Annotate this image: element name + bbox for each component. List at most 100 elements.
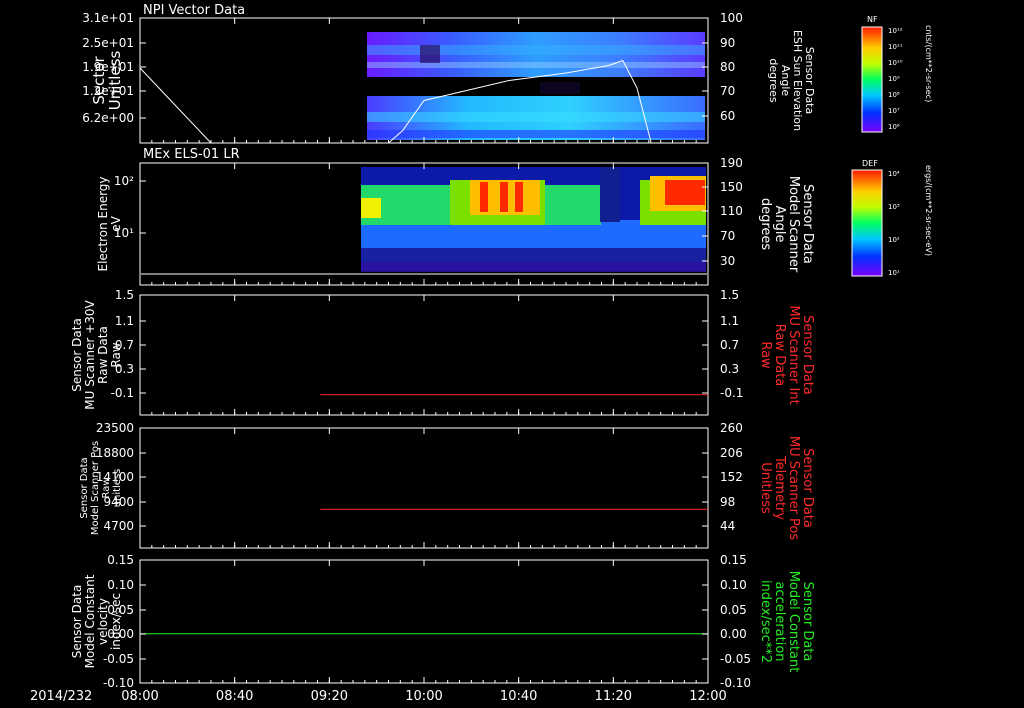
y2-axis-label: acceleration (772, 581, 787, 661)
date-label: 2014/232 (30, 689, 92, 704)
y-axis-label: Raw (109, 342, 123, 367)
y2-tick-label: 206 (720, 446, 743, 460)
y2-tick-label: 60 (720, 109, 735, 123)
plot-canvas: NPI Vector Data MEx ELS-01 LR 2014/232 0… (30, 3, 933, 704)
y-axis-label: Model Scanner Pos (90, 441, 101, 535)
colorbar-nf-units: cnts/(cm**2-sr-sec) (924, 25, 933, 102)
colorbar-def-label: DEF (862, 159, 878, 168)
panel-4-frame (139, 427, 709, 549)
y2-tick-label: 90 (720, 36, 735, 50)
y2-tick-label: 0.00 (720, 627, 747, 641)
y2-axis-label: Sensor Data (800, 315, 815, 395)
y-axis-label: unitless (112, 469, 123, 508)
time-tick-label: 11:20 (595, 689, 632, 704)
y-axis-label: Sensor Data (79, 457, 90, 518)
y2-tick-label: 100 (720, 11, 743, 25)
y-tick-label: 4700 (103, 519, 134, 533)
y2-tick-label: 1.1 (720, 314, 739, 328)
y2-tick-label: 70 (720, 229, 735, 243)
y-tick-label: 6.2e+00 (82, 111, 134, 125)
y-axis-label: Raw Data (96, 326, 110, 384)
colorbar-def-tick: 10¹ (888, 269, 900, 277)
time-tick-label: 08:00 (121, 689, 158, 704)
y2-axis-label: MU Scanner Pos (786, 436, 801, 541)
y2-tick-label: -0.05 (720, 652, 751, 666)
y2-tick-label: 0.7 (720, 338, 739, 352)
y2-axis-label: Model Constant (786, 571, 801, 673)
y2-axis-label: Sensor Data (800, 184, 815, 264)
y2-axis-label: Telemetry (772, 455, 787, 520)
y-tick-label: 18800 (96, 446, 134, 460)
y-axis-label: Sensor Data (70, 318, 84, 392)
colorbar-nf-tick: 10⁷ (888, 107, 900, 115)
colorbar-nf-tick: 10⁶ (888, 123, 900, 131)
colorbar-def-tick: 10² (888, 236, 900, 244)
y-axis-label: index/sec (109, 593, 123, 650)
y2-axis-label: degrees (758, 198, 773, 251)
y-tick-label: 10² (114, 174, 134, 188)
y2-tick-label: 190 (720, 156, 743, 170)
y-axis-label: eV (109, 215, 123, 231)
y-tick-label: 3.1e+01 (82, 11, 134, 25)
y2-tick-label: -0.10 (720, 676, 751, 690)
y2-axis-label: Model Scanner (786, 176, 801, 273)
y2-tick-label: -0.1 (720, 386, 743, 400)
y-tick-label: 2.5e+01 (82, 36, 134, 50)
y2-tick-label: 0.15 (720, 553, 747, 567)
y-axis-label: Raw (101, 477, 112, 498)
y-axis-label: Unitless (106, 51, 124, 111)
panel-5-frame (139, 559, 709, 684)
y-tick-label: 0.15 (107, 553, 134, 567)
y2-tick-label: 110 (720, 204, 743, 218)
y2-tick-label: 98 (720, 495, 735, 509)
y2-tick-label: 150 (720, 180, 743, 194)
panel-2-spectrogram (361, 167, 706, 272)
y-tick-label: -0.05 (103, 652, 134, 666)
y2-tick-label: 1.5 (720, 288, 739, 302)
y2-axis-label: Angle (772, 206, 787, 243)
panel-3-frame (139, 294, 709, 416)
y2-tick-label: 0.05 (720, 603, 747, 617)
time-tick-label: 09:20 (311, 689, 348, 704)
panel-1-title: NPI Vector Data (143, 3, 245, 18)
y2-tick-label: 70 (720, 84, 735, 98)
y2-tick-label: 0.10 (720, 578, 747, 592)
y2-tick-label: 152 (720, 470, 743, 484)
colorbar-def-tick: 10⁴ (888, 170, 900, 178)
y-tick-label: -0.1 (111, 386, 134, 400)
y2-tick-label: 0.3 (720, 362, 739, 376)
y2-axis-label: index/sec**2 (758, 580, 773, 663)
colorbar-nf-label: NF (867, 15, 878, 24)
colorbar-nf-tick: 10¹¹ (888, 43, 903, 51)
y2-tick-label: 260 (720, 421, 743, 435)
panel-1-spectrogram (367, 32, 705, 140)
y2-axis-label: Raw Data (772, 324, 787, 387)
y2-axis-label: Unitless (758, 462, 773, 514)
y-axis-label: Sensor Data (70, 585, 84, 659)
time-tick-label: 12:00 (689, 689, 726, 704)
y-axis-label: Model Constant (83, 574, 97, 668)
y-tick-label: 1.5 (115, 288, 134, 302)
y2-axis-label: Raw (758, 341, 773, 369)
time-tick-label: 10:00 (405, 689, 442, 704)
colorbar-nf-tick: 10¹⁰ (888, 59, 903, 67)
y2-axis-label: MU Scanner Int (786, 305, 801, 404)
y-axis-label: velocity (96, 598, 110, 645)
y-axis-label: MU Scanner +30V (83, 300, 97, 410)
panel-2-title: MEx ELS-01 LR (143, 147, 240, 162)
y-axis-label: Electron Energy (96, 176, 110, 271)
colorbar-nf-tick: 10⁸ (888, 91, 900, 99)
y-tick-label: 23500 (96, 421, 134, 435)
y2-tick-label: 30 (720, 254, 735, 268)
y-tick-label: 1.1 (115, 314, 134, 328)
time-tick-label: 08:40 (216, 689, 253, 704)
y-tick-label: 0.10 (107, 578, 134, 592)
time-tick-label: 10:40 (500, 689, 537, 704)
y2-tick-label: 44 (720, 519, 735, 533)
y2-axis-label: Sensor Data (800, 448, 815, 528)
colorbar-nf-tick: 10⁹ (888, 75, 900, 83)
colorbar-def-tick: 10³ (888, 203, 900, 211)
y-tick-label: -0.10 (103, 676, 134, 690)
colorbar-nf-tick: 10¹² (888, 27, 903, 35)
y2-tick-label: 80 (720, 60, 735, 74)
